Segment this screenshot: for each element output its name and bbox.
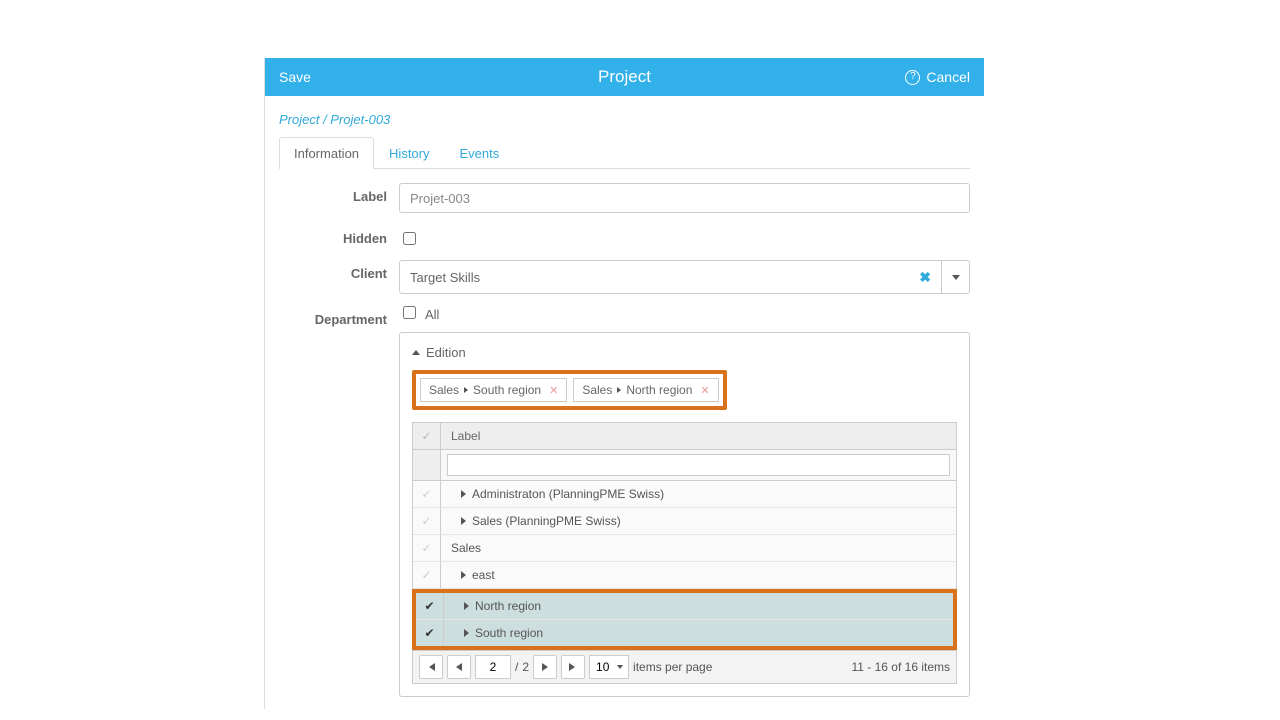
title-bar: Save Project ? Cancel	[265, 58, 984, 96]
tab-information[interactable]: Information	[279, 137, 374, 169]
chevron-down-icon	[952, 275, 960, 280]
pager-last-button[interactable]	[561, 655, 585, 679]
edition-label: Edition	[426, 345, 466, 360]
client-field-label: Client	[279, 260, 399, 281]
pager-page-input[interactable]	[475, 655, 511, 679]
pager-first-button[interactable]	[419, 655, 443, 679]
cancel-label: Cancel	[926, 69, 970, 85]
row-select[interactable]: ✓	[413, 562, 441, 588]
pager-sep: /	[515, 660, 518, 674]
help-icon: ?	[905, 70, 920, 85]
chip-remove-icon[interactable]: ✕	[700, 384, 709, 397]
tab-history[interactable]: History	[374, 137, 444, 169]
chevron-right-icon	[461, 517, 466, 525]
row-select[interactable]: ✓	[413, 481, 441, 507]
department-all-label: All	[425, 307, 439, 322]
chip-north-region[interactable]: Sales North region ✕	[573, 378, 718, 402]
chevron-right-icon	[617, 387, 621, 393]
table-row[interactable]: ✓ Administraton (PlanningPME Swiss)	[413, 481, 956, 508]
save-button[interactable]: Save	[279, 69, 311, 85]
department-all-checkbox[interactable]	[403, 306, 416, 319]
chevron-right-icon	[461, 571, 466, 579]
pager-prev-button[interactable]	[447, 655, 471, 679]
table-row[interactable]: ✔ South region	[416, 620, 953, 646]
department-grid: ✓ Label ✓ Administraton (PlanningPME Sw	[412, 422, 957, 684]
grid-header: ✓ Label	[413, 423, 956, 450]
client-combobox[interactable]: Target Skills ✖	[399, 260, 970, 294]
hidden-field-label: Hidden	[279, 225, 399, 246]
chip-south-region[interactable]: Sales South region ✕	[420, 378, 567, 402]
chevron-right-icon	[464, 629, 469, 637]
breadcrumb: Project / Projet-003	[279, 112, 970, 127]
pager-total: 2	[522, 660, 529, 674]
label-filter-input[interactable]	[447, 454, 950, 476]
table-row[interactable]: ✔ North region	[416, 593, 953, 620]
dialog-title: Project	[265, 67, 984, 87]
project-dialog: Save Project ? Cancel Project / Projet-0…	[264, 58, 984, 709]
label-column-header[interactable]: Label	[441, 423, 956, 449]
row-select[interactable]: ✔	[416, 620, 444, 646]
tab-events[interactable]: Events	[445, 137, 515, 169]
highlighted-rows: ✔ North region ✔ South region	[412, 589, 957, 650]
chevron-right-icon	[464, 602, 469, 610]
chip-remove-icon[interactable]: ✕	[549, 384, 558, 397]
pager-next-button[interactable]	[533, 655, 557, 679]
row-select[interactable]: ✔	[416, 593, 444, 619]
pager-size-select[interactable]: 10	[589, 655, 629, 679]
row-select[interactable]: ✓	[413, 535, 441, 561]
table-row[interactable]: ✓ east	[413, 562, 956, 589]
client-dropdown-button[interactable]	[942, 260, 970, 294]
pager-info: 11 - 16 of 16 items	[852, 660, 951, 674]
grid-filter-row	[413, 450, 956, 481]
department-all-option[interactable]: All	[399, 306, 970, 322]
grid-pager: / 2	[413, 650, 956, 683]
client-clear-icon[interactable]: ✖	[919, 269, 931, 286]
chevron-right-icon	[461, 490, 466, 498]
tabs: Information History Events	[279, 137, 970, 169]
hidden-checkbox[interactable]	[403, 232, 416, 245]
table-row[interactable]: ✓ Sales	[413, 535, 956, 562]
label-input[interactable]	[399, 183, 970, 213]
table-row[interactable]: ✓ Sales (PlanningPME Swiss)	[413, 508, 956, 535]
department-panel: Edition Sales South region ✕	[399, 332, 970, 697]
chevron-right-icon	[464, 387, 468, 393]
selected-chips: Sales South region ✕ Sales North region	[412, 370, 727, 410]
department-field-label: Department	[279, 306, 399, 327]
cancel-button[interactable]: ? Cancel	[905, 69, 970, 85]
row-select[interactable]: ✓	[413, 508, 441, 534]
edition-toggle[interactable]: Edition	[412, 345, 957, 360]
select-all-header[interactable]: ✓	[413, 423, 441, 449]
label-field-label: Label	[279, 183, 399, 204]
chevron-up-icon	[412, 350, 420, 355]
pager-per-label: items per page	[633, 660, 712, 674]
client-value: Target Skills	[410, 270, 480, 285]
